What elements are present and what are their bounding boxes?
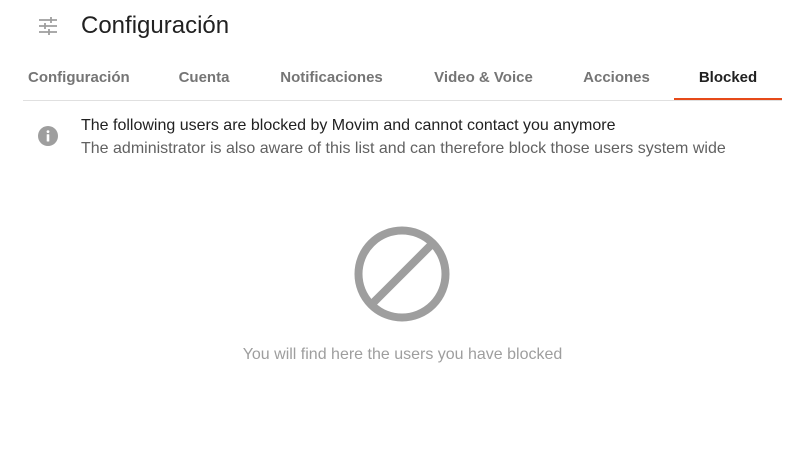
block-icon [354, 226, 450, 322]
info-title: The following users are blocked by Movim… [81, 117, 616, 134]
tab-notificaciones[interactable]: Notificaciones [279, 56, 384, 100]
empty-state-text: You will find here the users you have bl… [242, 346, 563, 363]
info-icon [38, 126, 58, 146]
info-subtitle: The administrator is also aware of this … [81, 140, 726, 157]
tab-acciones[interactable]: Acciones [583, 56, 650, 100]
settings-tabs: Configuración Cuenta Notificaciones Vide… [23, 56, 782, 101]
tune-icon [39, 17, 57, 35]
tab-configuracion[interactable]: Configuración [28, 56, 130, 100]
blocked-info-message: The following users are blocked by Movim… [0, 112, 800, 164]
page-header: Configuración [0, 0, 800, 52]
tab-blocked[interactable]: Blocked [674, 56, 782, 100]
active-tab-indicator [674, 98, 782, 100]
tab-cuenta[interactable]: Cuenta [177, 56, 231, 100]
page-title: Configuración [81, 12, 230, 39]
settings-page: Configuración Configuración Cuenta Notif… [0, 0, 800, 450]
tab-video-voice[interactable]: Video & Voice [432, 56, 535, 100]
